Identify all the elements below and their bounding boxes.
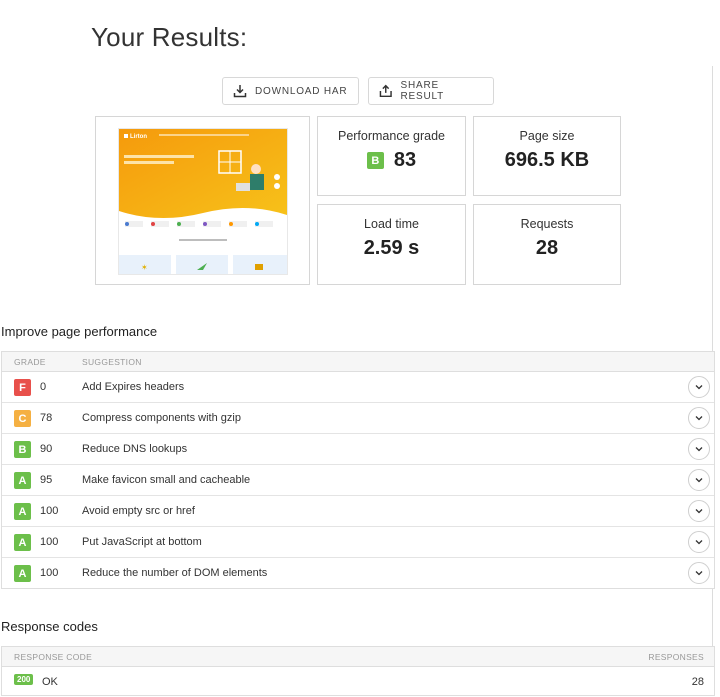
response-row: 200 OK 28: [2, 667, 714, 697]
page-screenshot-image: Lirton ✶: [119, 129, 287, 274]
requests-card: Requests 28: [473, 204, 621, 285]
page-size-card: Page size 696.5 KB: [473, 116, 621, 196]
expand-button[interactable]: [688, 376, 710, 398]
chevron-down-icon: [695, 540, 703, 545]
load-time-card: Load time 2.59 s: [317, 204, 466, 285]
suggestion-row[interactable]: A 95 Make favicon small and cacheable: [2, 465, 714, 496]
download-har-label: DOWNLOAD HAR: [255, 85, 348, 97]
share-result-label: SHARE RESULT: [400, 80, 445, 102]
requests-label: Requests: [520, 217, 574, 231]
page-size-value: 696.5 KB: [504, 149, 590, 171]
chevron-down-icon: [695, 385, 703, 390]
page-screenshot: Lirton ✶: [118, 128, 288, 275]
grade-badge: A: [14, 503, 31, 520]
expand-button[interactable]: [688, 562, 710, 584]
response-codes-table: RESPONSE CODE RESPONSES 200 OK 28: [1, 646, 715, 696]
suggestion-row[interactable]: F 0 Add Expires headers: [2, 372, 714, 403]
performance-grade-label: Performance grade: [337, 129, 445, 143]
expand-button[interactable]: [688, 469, 710, 491]
grade-score: 0: [40, 381, 47, 393]
response-code-label: OK: [42, 676, 58, 688]
response-code-column-header: RESPONSE CODE: [14, 652, 93, 662]
performance-grade-card: Performance grade B 83: [317, 116, 466, 196]
suggestion-column-header: SUGGESTION: [82, 357, 142, 367]
thumb-brand: Lirton: [130, 134, 147, 140]
responses-column-header: RESPONSES: [648, 652, 704, 662]
grade-score: 90: [40, 443, 53, 455]
grade-badge: A: [14, 534, 31, 551]
svg-text:✶: ✶: [141, 263, 148, 272]
expand-button[interactable]: [688, 407, 710, 429]
grade-column-header: GRADE: [14, 357, 46, 367]
suggestion-text: Reduce DNS lookups: [82, 443, 188, 455]
performance-grade-badge: B: [366, 152, 384, 169]
grade-score: 100: [40, 536, 59, 548]
suggestion-row[interactable]: A 100 Avoid empty src or href: [2, 496, 714, 527]
chevron-down-icon: [695, 571, 703, 576]
suggestion-row[interactable]: A 100 Put JavaScript at bottom: [2, 527, 714, 558]
improve-section-title: Improve page performance: [1, 324, 158, 339]
suggestion-text: Compress components with gzip: [82, 412, 241, 424]
chevron-down-icon: [695, 447, 703, 452]
response-count: 28: [691, 676, 704, 688]
download-har-button[interactable]: DOWNLOAD HAR: [222, 77, 359, 105]
suggestion-text: Add Expires headers: [82, 381, 185, 393]
load-time-label: Load time: [364, 217, 419, 231]
share-result-button[interactable]: SHARE RESULT: [368, 77, 494, 105]
suggestion-text: Avoid empty src or href: [82, 505, 195, 517]
suggestion-row[interactable]: B 90 Reduce DNS lookups: [2, 434, 714, 465]
grade-badge: C: [14, 410, 31, 427]
performance-score: 83: [393, 149, 417, 171]
grade-score: 95: [40, 474, 53, 486]
expand-button[interactable]: [688, 500, 710, 522]
suggestions-table: GRADE SUGGESTION F 0 Add Expires headers C 7…: [1, 351, 715, 589]
expand-button[interactable]: [688, 531, 710, 553]
suggestions-table-header: GRADE SUGGESTION: [2, 352, 714, 372]
expand-button[interactable]: [688, 438, 710, 460]
download-icon: [233, 85, 247, 98]
suggestion-text: Make favicon small and cacheable: [82, 474, 251, 486]
requests-value: 28: [535, 237, 559, 259]
response-code-badge: 200: [14, 674, 34, 685]
grade-badge: A: [14, 565, 31, 582]
suggestion-row[interactable]: A 100 Reduce the number of DOM elements: [2, 558, 714, 588]
suggestion-text: Reduce the number of DOM elements: [82, 567, 268, 579]
chevron-down-icon: [695, 416, 703, 421]
load-time-value: 2.59 s: [363, 237, 420, 259]
response-codes-title: Response codes: [1, 619, 98, 634]
grade-score: 100: [40, 567, 59, 579]
suggestion-text: Put JavaScript at bottom: [82, 536, 202, 548]
response-codes-table-header: RESPONSE CODE RESPONSES: [2, 647, 714, 667]
grade-score: 78: [40, 412, 53, 424]
grade-badge: B: [14, 441, 31, 458]
grade-score: 100: [40, 505, 59, 517]
page-screenshot-card: Lirton ✶: [95, 116, 310, 285]
page-title: Your Results:: [91, 22, 248, 52]
chevron-down-icon: [695, 478, 703, 483]
share-icon: [379, 84, 392, 98]
chevron-down-icon: [695, 509, 703, 514]
suggestion-row[interactable]: C 78 Compress components with gzip: [2, 403, 714, 434]
grade-badge: A: [14, 472, 31, 489]
grade-badge: F: [14, 379, 31, 396]
page-size-label: Page size: [519, 129, 575, 143]
